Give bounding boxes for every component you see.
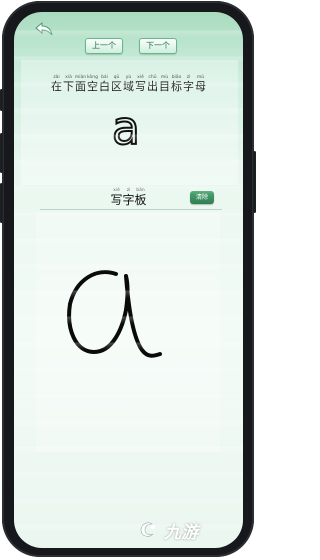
instruction-hanzi: 域 (123, 80, 134, 93)
undo-arrow-icon (35, 21, 53, 36)
instruction-hanzi: 区 (111, 80, 122, 93)
instruction-hanzi: 写 (135, 80, 146, 93)
instruction-hanzi: 母 (195, 80, 206, 93)
instruction-char: mǔ 母 (195, 75, 207, 93)
instruction-char: xià 下 (63, 75, 75, 93)
instruction-char: yù 域 (123, 75, 135, 93)
previous-letter-button[interactable]: 上一个 (85, 38, 123, 54)
phone-frame: 上一个 下一个 zài 在 xià 下 miàn 面 kòng 空 bái 白 qū 区 yù 域 xiě 写… (0, 1, 256, 557)
instruction-hanzi: 在 (51, 80, 62, 93)
instruction-char: bái 白 (99, 75, 111, 93)
target-letter: a (111, 101, 141, 155)
instruction-char: chū 出 (147, 75, 159, 93)
board-title-hanzi: 字 (122, 193, 135, 207)
instruction-char: biāo 标 (171, 75, 183, 93)
app-screen: 上一个 下一个 zài 在 xià 下 miàn 面 kòng 空 bái 白 qū 区 yù 域 xiě 写… (14, 12, 243, 548)
instruction-char: miàn 面 (75, 75, 87, 93)
jiuyou-logo-icon (140, 522, 155, 537)
instruction-hanzi: 标 (171, 80, 182, 93)
instruction-char: qū 区 (111, 75, 123, 93)
board-title-char: xiě 写 (111, 188, 123, 206)
instruction-char: mù 目 (159, 75, 171, 93)
board-title-char: bǎn 板 (135, 188, 147, 206)
side-button-left-1 (0, 89, 3, 111)
instruction-char: zì 字 (183, 75, 195, 93)
instruction-char: zài 在 (51, 75, 63, 93)
instruction-text: zài 在 xià 下 miàn 面 kòng 空 bái 白 qū 区 yù 域 xiě 写 chū 出 mù 目 b… (14, 75, 243, 93)
instruction-hanzi: 下 (63, 80, 74, 93)
instruction-char: kòng 空 (87, 75, 99, 93)
instruction-hanzi: 空 (87, 80, 98, 93)
title-divider (40, 209, 222, 210)
instruction-hanzi: 字 (183, 80, 194, 93)
side-button-left-2 (0, 133, 3, 173)
clear-button[interactable]: 清除 (190, 191, 214, 204)
next-letter-button[interactable]: 下一个 (139, 38, 177, 54)
back-button[interactable] (30, 18, 58, 46)
instruction-hanzi: 白 (99, 80, 110, 93)
handwritten-letter (67, 270, 162, 358)
board-title-hanzi: 板 (134, 193, 147, 207)
side-button-left-3 (0, 183, 3, 223)
board-title-char: zì 字 (123, 188, 135, 206)
writing-board[interactable] (36, 212, 220, 452)
board-title-hanzi: 写 (110, 193, 123, 207)
side-button-right (253, 151, 256, 213)
instruction-hanzi: 目 (159, 80, 170, 93)
instruction-char: xiě 写 (135, 75, 147, 93)
instruction-hanzi: 面 (75, 80, 86, 93)
watermark-text: 九游 (164, 522, 198, 543)
instruction-hanzi: 出 (147, 80, 158, 93)
watermark: 九游 (136, 510, 246, 550)
